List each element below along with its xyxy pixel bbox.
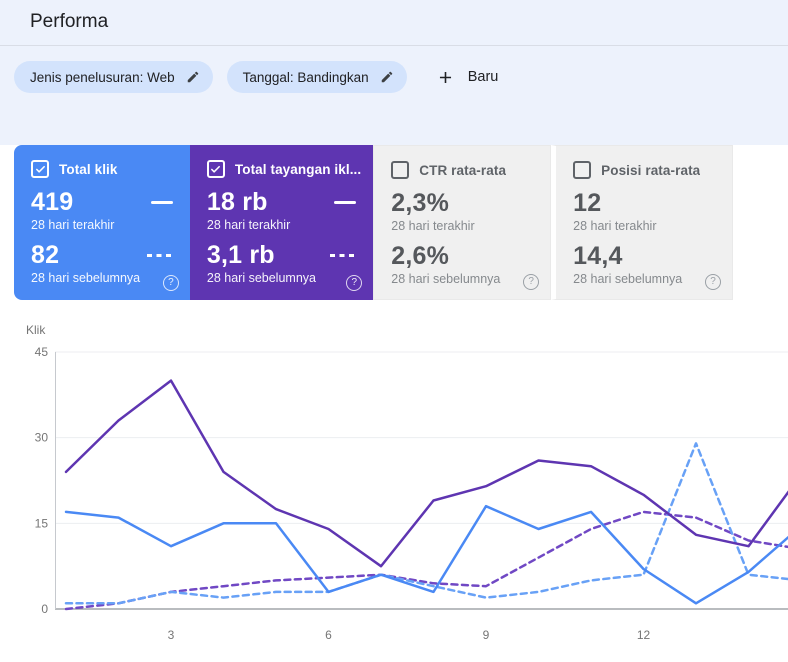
metric-card-ctr[interactable]: CTR rata-rata 2,3% 28 hari terakhir 2,6%… — [373, 145, 552, 300]
metric-caption-current: 28 hari terakhir — [31, 218, 115, 232]
performance-chart-section: 0 15 30 45 Klik 3 6 9 12 — [0, 310, 788, 657]
metric-value-previous: 3,1 rb — [206, 241, 275, 269]
checkbox-total-klik[interactable] — [31, 160, 49, 178]
x-tick-label: 3 — [168, 628, 175, 642]
y-tick-label: 0 — [41, 602, 48, 616]
metric-card-label: Posisi rata-rata — [601, 162, 701, 178]
checkbox-posisi[interactable] — [573, 161, 592, 179]
x-tick-label: 12 — [637, 628, 651, 642]
filter-chip-label: Jenis penelusuran: Web — [30, 69, 175, 85]
metric-caption-current: 28 hari terakhir — [206, 218, 291, 232]
solid-line-legend-icon — [334, 200, 357, 205]
y-tick-label: 45 — [35, 345, 49, 359]
x-tick-label: 9 — [483, 628, 490, 642]
page-title: Performa — [30, 11, 109, 32]
plus-icon — [436, 68, 455, 87]
metric-card-label: Total tayangan ikl... — [234, 161, 362, 177]
help-icon[interactable]: ? — [705, 274, 721, 290]
y-tick-label: 30 — [35, 431, 49, 445]
new-filter-label: Baru — [467, 69, 499, 85]
checkbox-ctr[interactable] — [391, 161, 410, 179]
metric-value-current: 2,3% — [391, 189, 450, 217]
metric-value-previous: 82 — [31, 241, 60, 269]
performance-line-chart[interactable]: 0 15 30 45 Klik 3 6 9 12 — [0, 310, 788, 657]
checkbox-total-tayangan[interactable] — [206, 160, 225, 178]
metric-value-current: 18 rb — [206, 188, 268, 216]
filter-chip-label: Tanggal: Bandingkan — [242, 69, 369, 85]
y-axis-title: Klik — [26, 323, 46, 337]
metric-caption-current: 28 hari terakhir — [391, 219, 475, 233]
y-tick-label: 15 — [35, 516, 49, 530]
metric-caption-previous: 28 hari sebelumnya — [573, 272, 683, 286]
dashed-line-legend-icon — [146, 253, 173, 258]
metric-card-label: CTR rata-rata — [419, 162, 507, 178]
new-filter-button[interactable]: Baru — [430, 64, 505, 91]
metric-caption-previous: 28 hari sebelumnya — [391, 272, 501, 286]
metric-card-posisi[interactable]: Posisi rata-rata 12 28 hari terakhir 14,… — [551, 145, 733, 300]
metric-value-previous: 14,4 — [573, 242, 623, 270]
series-line-total-tayangan-iklan-28-hari-sebelumnya-[interactable] — [64, 510, 788, 611]
metric-value-current: 419 — [31, 188, 74, 216]
solid-line-legend-icon — [150, 200, 173, 205]
header-divider — [0, 45, 788, 46]
metric-value-current: 12 — [573, 189, 602, 217]
dashed-line-legend-icon — [330, 253, 357, 258]
metric-caption-current: 28 hari terakhir — [573, 219, 657, 233]
metric-cards-row: Total klik 419 28 hari terakhir 82 28 ha… — [14, 145, 733, 300]
pencil-icon[interactable] — [380, 70, 394, 84]
metric-card-label: Total klik — [59, 161, 118, 177]
help-icon[interactable]: ? — [162, 275, 179, 291]
metric-value-previous: 2,6% — [391, 242, 450, 270]
metric-caption-previous: 28 hari sebelumnya — [206, 271, 316, 285]
help-icon[interactable]: ? — [523, 274, 540, 290]
series-line-total-klik-28-hari-terakhir-[interactable] — [64, 504, 788, 605]
metric-card-total-tayangan[interactable]: Total tayangan ikl... 18 rb 28 hari tera… — [189, 145, 374, 300]
metric-card-total-klik[interactable]: Total klik 419 28 hari terakhir 82 28 ha… — [14, 145, 190, 300]
metric-caption-previous: 28 hari sebelumnya — [31, 271, 141, 285]
filter-chip-search-type[interactable]: Jenis penelusuran: Web — [14, 61, 213, 93]
series-line-total-tayangan-iklan-28-hari-terakhir-[interactable] — [64, 379, 788, 568]
pencil-icon[interactable] — [186, 70, 200, 84]
help-icon[interactable]: ? — [346, 275, 363, 291]
x-tick-label: 6 — [325, 628, 332, 642]
filter-bar: Jenis penelusuran: Web Tanggal: Bandingk… — [14, 61, 504, 93]
filter-chip-date-compare[interactable]: Tanggal: Bandingkan — [226, 61, 407, 93]
page-header: Performa Jenis penelusuran: Web Tanggal:… — [0, 0, 788, 145]
